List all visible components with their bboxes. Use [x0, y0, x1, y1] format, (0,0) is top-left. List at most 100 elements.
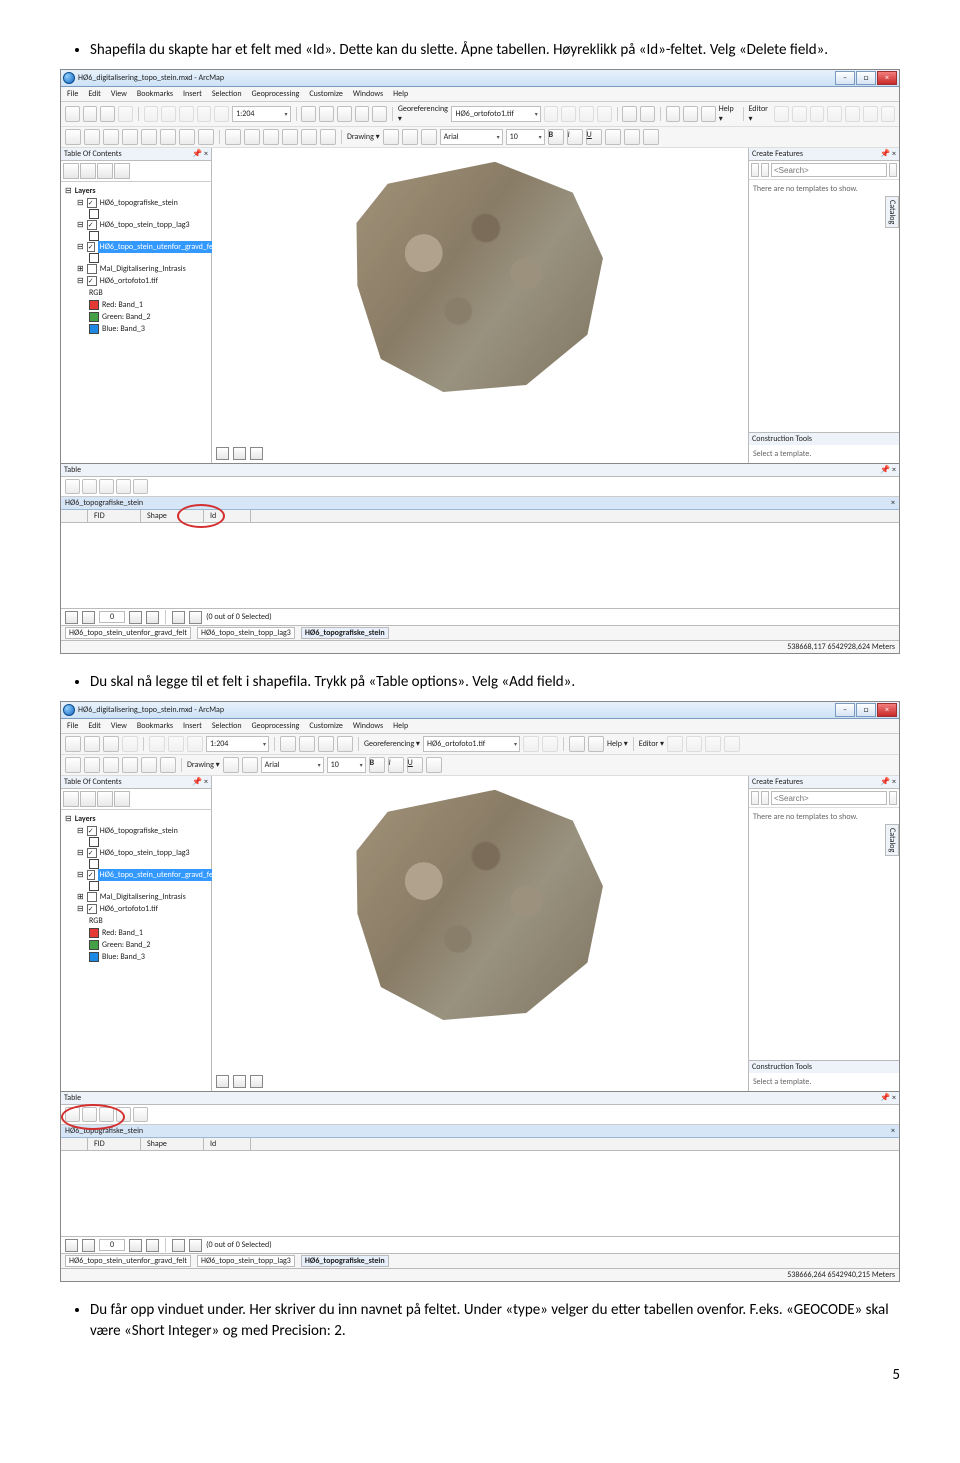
minimize-button[interactable]: – — [835, 71, 855, 85]
select-button[interactable] — [225, 129, 241, 145]
editor-t4[interactable] — [827, 106, 842, 122]
row-selector-header[interactable] — [61, 510, 88, 522]
zoomin-button[interactable] — [65, 757, 81, 773]
table-tab[interactable]: HØ6_topo_stein_utenfor_gravd_felt — [65, 627, 191, 639]
layer-checkbox[interactable] — [87, 848, 97, 858]
print-button[interactable] — [118, 106, 133, 122]
zoomout-button[interactable] — [84, 757, 100, 773]
tool-e[interactable] — [372, 106, 387, 122]
misc-t4[interactable] — [683, 106, 698, 122]
toc-tab-drawing[interactable] — [63, 163, 79, 179]
table-tab[interactable]: HØ6_topo_stein_topp_lag3 — [197, 1255, 295, 1267]
expand-icon[interactable]: ⊟ — [77, 197, 84, 209]
panel-pin-icon[interactable]: 📌 × — [880, 149, 896, 159]
save-button[interactable] — [103, 736, 119, 752]
layer-checkbox[interactable] — [87, 870, 95, 880]
prev-record-button[interactable] — [82, 1239, 95, 1252]
expand-icon[interactable]: ⊞ — [77, 891, 84, 903]
minimize-button[interactable]: – — [835, 703, 855, 717]
full-extent-button[interactable] — [122, 757, 138, 773]
editor-t6[interactable] — [863, 106, 878, 122]
expand-icon[interactable]: ⊞ — [77, 263, 84, 275]
new-button[interactable] — [65, 106, 80, 122]
toc-tab-source[interactable] — [80, 791, 96, 807]
menu-geoprocessing[interactable]: Geoprocessing — [252, 89, 300, 99]
georef-menu[interactable]: Georeferencing ▾ — [364, 739, 420, 749]
record-number[interactable]: 0 — [99, 611, 125, 623]
back-button[interactable] — [179, 129, 195, 145]
data-view-button[interactable] — [216, 447, 229, 460]
expand-icon[interactable]: ⊟ — [77, 869, 84, 881]
col-fid[interactable]: FID — [88, 510, 141, 522]
menu-edit[interactable]: Edit — [88, 721, 101, 731]
table-options-button[interactable] — [65, 479, 80, 494]
draw-text-button[interactable] — [421, 129, 437, 145]
font-size-dropdown[interactable]: 10 — [506, 129, 545, 145]
editor-t4[interactable] — [724, 736, 740, 752]
template-search-input[interactable] — [771, 163, 887, 177]
georef-layer-dropdown[interactable]: HØ6_ortofoto1.tif — [451, 106, 540, 122]
new-button[interactable] — [65, 736, 81, 752]
filter-icon[interactable] — [751, 791, 759, 805]
last-record-button[interactable] — [146, 1239, 159, 1252]
symbol-swatch[interactable] — [89, 837, 99, 847]
table-tab-active[interactable]: HØ6_topografiske_stein — [301, 1255, 389, 1267]
table-tab[interactable]: HØ6_topo_stein_utenfor_gravd_felt — [65, 1255, 191, 1267]
print-button[interactable] — [122, 736, 138, 752]
forward-button[interactable] — [198, 129, 214, 145]
font-color-button[interactable] — [426, 757, 442, 773]
cut-button[interactable] — [149, 736, 165, 752]
layout-view-button[interactable] — [233, 1075, 246, 1088]
pan-button[interactable] — [103, 757, 119, 773]
menu-help[interactable]: Help — [393, 89, 408, 99]
open-button[interactable] — [83, 106, 98, 122]
data-view-button[interactable] — [216, 1075, 229, 1088]
expand-icon[interactable]: ⊟ — [77, 219, 84, 231]
goto-xy-button[interactable] — [320, 129, 336, 145]
measure-button[interactable] — [301, 129, 317, 145]
layer-label[interactable]: Mal_Digitalisering_Intrasis — [100, 263, 186, 275]
tool-a[interactable] — [301, 106, 316, 122]
maximize-button[interactable]: □ — [856, 703, 876, 717]
toc-tab-visibility[interactable] — [97, 163, 113, 179]
layer-label-selected[interactable]: HØ6_topo_stein_utenfor_gravd_felt — [98, 241, 220, 253]
layer-checkbox[interactable] — [87, 198, 97, 208]
toc-tab-visibility[interactable] — [97, 791, 113, 807]
expand-icon[interactable]: ⊟ — [65, 813, 72, 825]
help-menu[interactable]: Help ▾ — [719, 104, 738, 124]
refresh-button[interactable] — [250, 1075, 263, 1088]
menu-edit[interactable]: Edit — [88, 89, 101, 99]
select-button[interactable] — [141, 757, 157, 773]
paste-button[interactable] — [187, 736, 203, 752]
fixed-zoomin-button[interactable] — [141, 129, 157, 145]
editor-t5[interactable] — [845, 106, 860, 122]
georef-t2[interactable] — [542, 736, 558, 752]
table-layer-close-icon[interactable]: × — [891, 1126, 895, 1136]
clear-sel-button[interactable] — [244, 129, 260, 145]
table-close-icon[interactable]: 📌 × — [880, 1093, 896, 1103]
open-button[interactable] — [84, 736, 100, 752]
scale-dropdown[interactable]: 1:204 — [206, 736, 269, 752]
table-clear-button[interactable] — [133, 1107, 148, 1122]
line-color-button[interactable] — [643, 129, 659, 145]
maximize-button[interactable]: □ — [856, 71, 876, 85]
symbol-swatch[interactable] — [89, 859, 99, 869]
close-button[interactable]: × — [877, 71, 897, 85]
draw-rect-button[interactable] — [242, 757, 258, 773]
font-name-dropdown[interactable]: Arial — [261, 757, 324, 773]
menu-windows[interactable]: Windows — [353, 721, 383, 731]
editor-t2[interactable] — [686, 736, 702, 752]
menu-customize[interactable]: Customize — [309, 89, 343, 99]
layer-checkbox[interactable] — [87, 264, 97, 274]
layer-label[interactable]: Mal_Digitalisering_Intrasis — [100, 891, 186, 903]
zoomout-button[interactable] — [84, 129, 100, 145]
table-tab[interactable]: HØ6_topo_stein_topp_lag3 — [197, 627, 295, 639]
bold-button[interactable]: B — [369, 757, 385, 773]
layer-checkbox[interactable] — [87, 892, 97, 902]
tool-a[interactable] — [280, 736, 296, 752]
table-clear-button[interactable] — [133, 479, 148, 494]
toc-root[interactable]: Layers — [75, 185, 96, 197]
row-selector-header[interactable] — [61, 1138, 88, 1150]
expand-icon[interactable]: ⊟ — [77, 847, 84, 859]
expand-icon[interactable]: ⊟ — [77, 825, 84, 837]
